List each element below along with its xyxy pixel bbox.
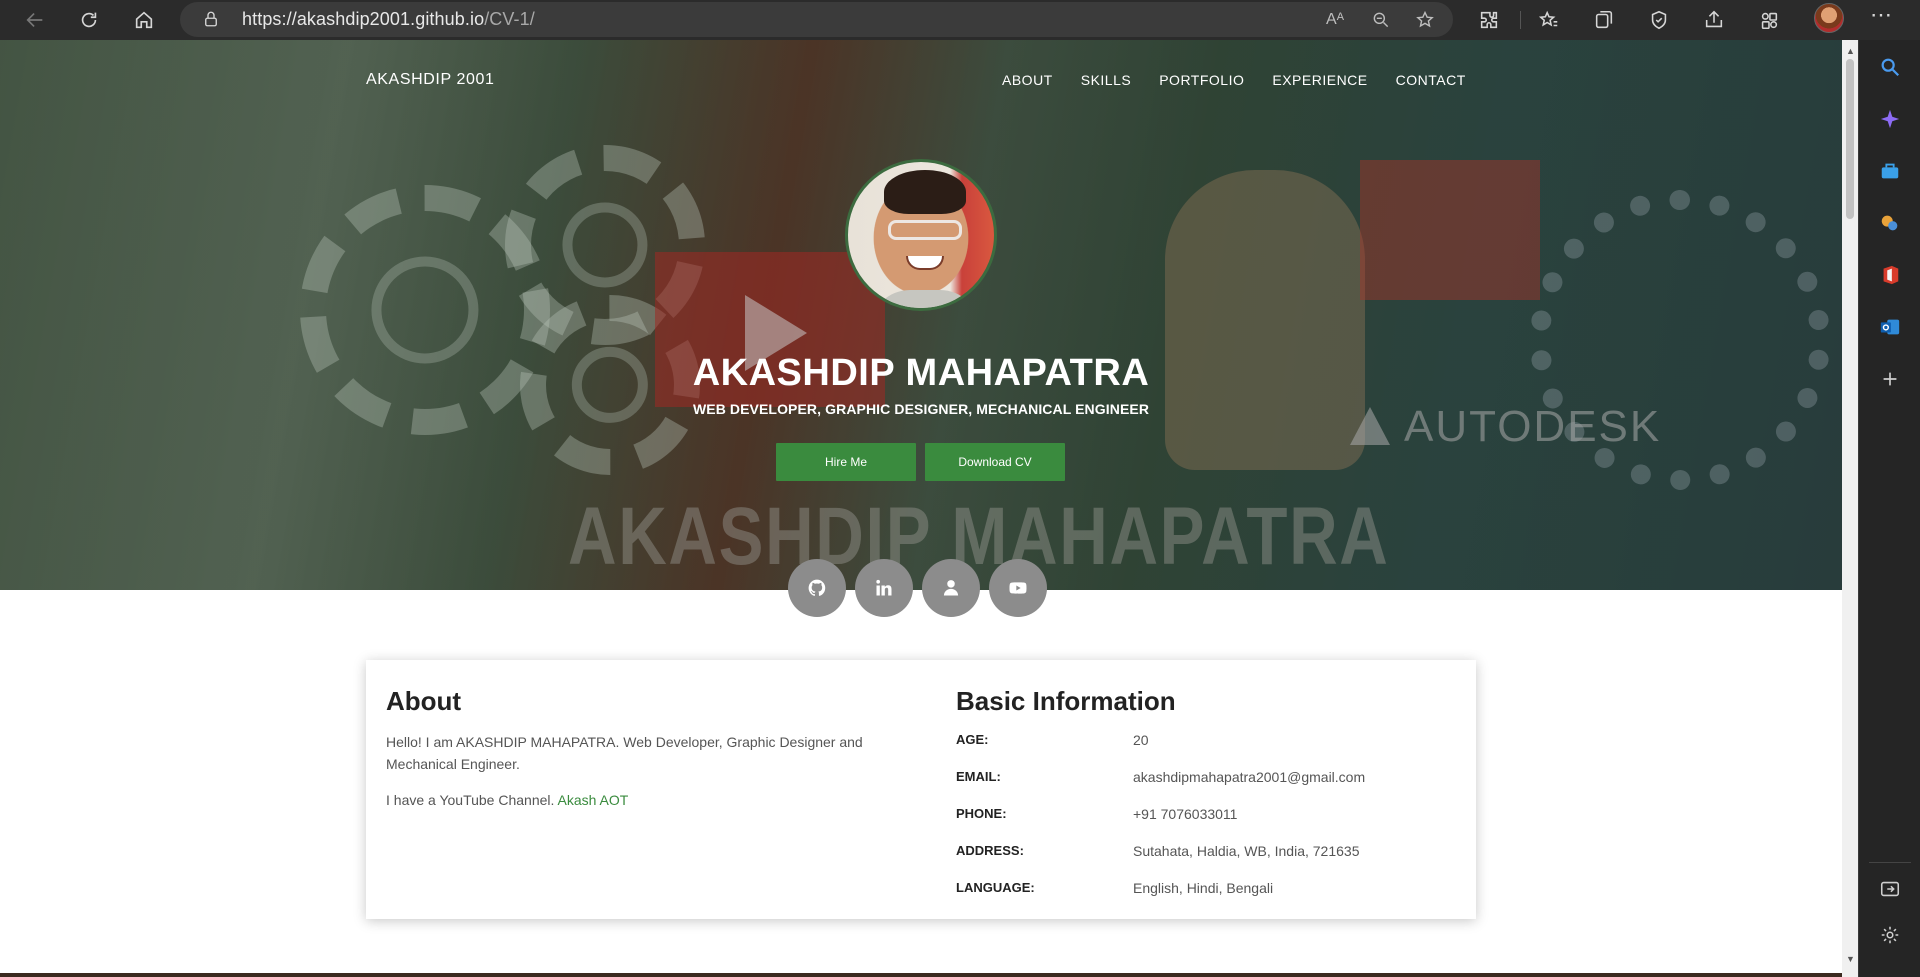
page-scrollbar[interactable]: ▲ ▼	[1842, 40, 1858, 977]
about-youtube-prefix: I have a YouTube Channel.	[386, 792, 558, 808]
read-aloud-icon[interactable]: Aᴬ	[1323, 8, 1347, 32]
profile-photo-hair	[884, 170, 966, 214]
scroll-down-arrow-icon[interactable]: ▼	[1846, 954, 1855, 964]
software-logos-graphic	[1360, 160, 1540, 300]
sidebar-hide-icon[interactable]	[1877, 876, 1903, 902]
info-label: AGE:	[956, 732, 989, 747]
tools-icon[interactable]	[1877, 210, 1903, 236]
url-text[interactable]: https://akashdip2001.github.io/CV-1/	[242, 9, 535, 30]
info-label: PHONE:	[956, 806, 1007, 821]
more-menu-icon[interactable]: ⋯	[1870, 2, 1893, 28]
nav-experience[interactable]: EXPERIENCE	[1272, 72, 1367, 88]
page-viewport: AKASHDIP MAHAPATRA AUTODESK AKASHDIP 200…	[0, 40, 1842, 977]
main-nav: ABOUT SKILLS PORTFOLIO EXPERIENCE CONTAC…	[1002, 72, 1466, 88]
hero-subtitle: WEB DEVELOPER, GRAPHIC DESIGNER, MECHANI…	[692, 401, 1150, 417]
edge-sidebar	[1858, 40, 1920, 977]
youtube-link[interactable]	[989, 559, 1047, 617]
sidebar-separator	[1869, 862, 1911, 863]
info-value: akashdipmahapatra2001@gmail.com	[1133, 769, 1366, 785]
favorites-icon[interactable]	[1536, 7, 1562, 33]
profile-photo-smile	[906, 256, 944, 270]
browser-essentials-icon[interactable]	[1646, 7, 1672, 33]
about-intro: Hello! I am AKASHDIP MAHAPATRA. Web Deve…	[386, 734, 863, 772]
nav-portfolio[interactable]: PORTFOLIO	[1159, 72, 1244, 88]
github-icon	[808, 579, 826, 596]
shopping-icon[interactable]	[1877, 158, 1903, 184]
social-links	[788, 559, 1047, 617]
arrow-left-icon	[26, 12, 43, 28]
info-value: Sutahata, Haldia, WB, India, 721635	[1133, 843, 1360, 859]
site-brand[interactable]: AKASHDIP 2001	[366, 71, 494, 89]
info-value: +91 7076033011	[1133, 806, 1238, 822]
person-photo-graphic	[1165, 170, 1365, 470]
nav-skills[interactable]: SKILLS	[1081, 72, 1131, 88]
url-host: https://akashdip2001.github.io	[242, 9, 485, 29]
address-bar[interactable]: https://akashdip2001.github.io/CV-1/ Aᴬ	[180, 2, 1453, 37]
profile-photo-shirt	[870, 290, 980, 308]
profile-avatar[interactable]	[1814, 3, 1844, 33]
outlook-icon[interactable]	[1877, 314, 1903, 340]
copilot-icon[interactable]	[1877, 106, 1903, 132]
hero-name: AKASHDIP MAHAPATRA	[692, 352, 1150, 394]
back-button[interactable]	[17, 2, 53, 38]
hero-section: AKASHDIP MAHAPATRA AUTODESK AKASHDIP 200…	[0, 40, 1842, 590]
url-path: /CV-1/	[484, 9, 535, 29]
youtube-icon	[1009, 582, 1027, 594]
toolbar-separator	[1520, 11, 1521, 29]
extensions-icon[interactable]	[1476, 7, 1502, 33]
home-icon	[135, 11, 153, 29]
add-favorite-icon[interactable]	[1413, 8, 1437, 32]
basic-info-title: Basic Information	[956, 686, 1176, 716]
extensions-menu-icon[interactable]	[1756, 7, 1782, 33]
info-label: ADDRESS:	[956, 843, 1024, 858]
linkedin-icon	[876, 579, 892, 596]
about-youtube-text: I have a YouTube Channel. Akash AOT	[386, 792, 628, 808]
user-icon	[943, 580, 959, 596]
nav-contact[interactable]: CONTACT	[1396, 72, 1466, 88]
add-icon[interactable]	[1877, 366, 1903, 392]
reload-button[interactable]	[71, 2, 107, 38]
linkedin-link[interactable]	[855, 559, 913, 617]
youtube-channel-link[interactable]: Akash AOT	[558, 792, 629, 808]
info-label: EMAIL:	[956, 769, 1001, 784]
home-button[interactable]	[126, 2, 162, 38]
scroll-thumb[interactable]	[1846, 59, 1854, 219]
lock-icon	[202, 10, 220, 28]
profile-photo-glasses	[888, 220, 962, 240]
info-label: LANGUAGE:	[956, 880, 1035, 895]
next-section-edge	[0, 973, 1842, 977]
about-card: About Hello! I am AKASHDIP MAHAPATRA. We…	[366, 660, 1476, 919]
profile-link[interactable]	[922, 559, 980, 617]
info-value: English, Hindi, Bengali	[1133, 880, 1274, 896]
search-icon[interactable]	[1877, 54, 1903, 80]
download-cv-button[interactable]: Download CV	[925, 443, 1065, 481]
reload-icon	[81, 12, 97, 28]
zoom-out-icon[interactable]	[1369, 8, 1393, 32]
share-icon[interactable]	[1701, 7, 1727, 33]
nav-about[interactable]: ABOUT	[1002, 72, 1053, 88]
info-value: 20	[1133, 732, 1149, 748]
about-title: About	[386, 686, 462, 716]
github-link[interactable]	[788, 559, 846, 617]
profile-photo	[845, 159, 997, 311]
read-aloud-label: Aᴬ	[1326, 11, 1344, 28]
browser-toolbar: https://akashdip2001.github.io/CV-1/ Aᴬ …	[0, 0, 1920, 40]
collections-icon[interactable]	[1591, 7, 1617, 33]
settings-gear-icon[interactable]	[1877, 922, 1903, 948]
scroll-up-arrow-icon[interactable]: ▲	[1846, 46, 1855, 56]
office-icon[interactable]	[1877, 262, 1903, 288]
hire-me-button[interactable]: Hire Me	[776, 443, 916, 481]
